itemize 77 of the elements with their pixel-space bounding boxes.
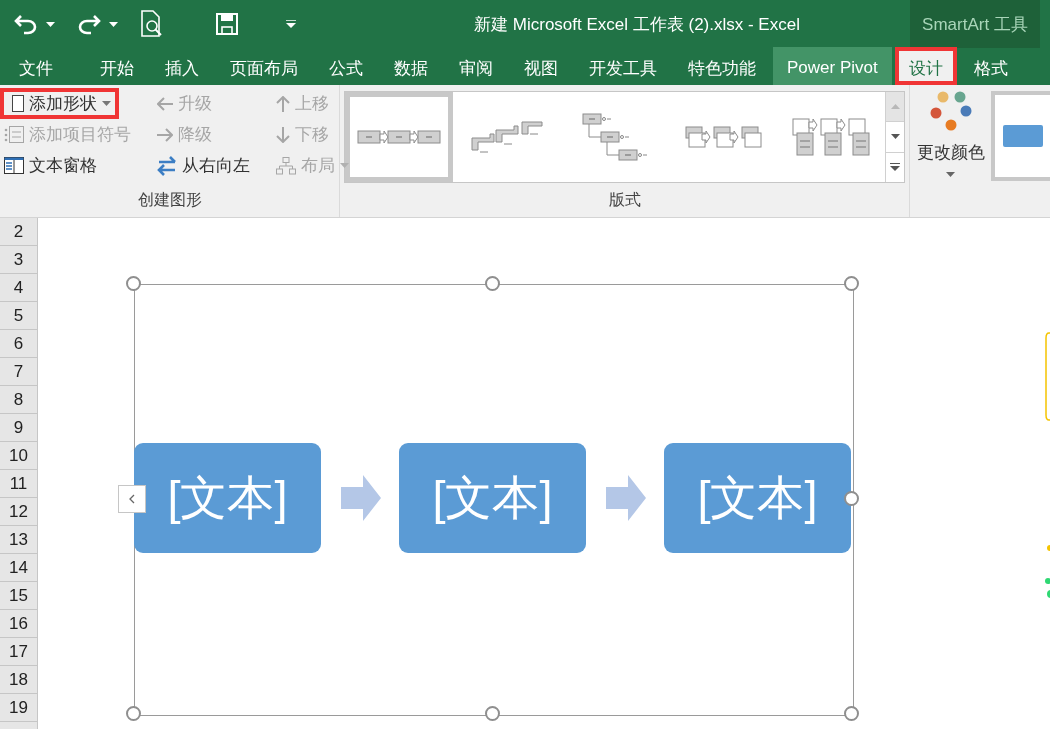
- row-header[interactable]: 17: [0, 638, 37, 666]
- layout-preview-icon: [582, 113, 648, 161]
- ribbon-tab[interactable]: 页面布局: [216, 47, 312, 85]
- ribbon-command[interactable]: 添加形状: [0, 88, 119, 119]
- row-header[interactable]: 5: [0, 302, 37, 330]
- group-label: 版式: [607, 190, 642, 210]
- caret-icon[interactable]: [109, 21, 118, 27]
- row-header[interactable]: 12: [0, 498, 37, 526]
- row-header[interactable]: 16: [0, 610, 37, 638]
- ribbon-tab[interactable]: 文件: [5, 47, 67, 85]
- row-header[interactable]: 9: [0, 414, 37, 442]
- ribbon-command[interactable]: 文本窗格: [0, 150, 105, 181]
- ribbon-tab[interactable]: 格式: [959, 47, 1022, 85]
- left-arrow-icon: [157, 96, 173, 111]
- row-header[interactable]: 15: [0, 582, 37, 610]
- swap-arrows-icon: [157, 155, 177, 176]
- caret-icon[interactable]: [102, 101, 111, 106]
- save-icon[interactable]: [216, 13, 238, 35]
- resize-handle[interactable]: [485, 276, 500, 291]
- ribbon-command[interactable]: 从右向左: [149, 150, 258, 181]
- layout-option[interactable]: [345, 92, 453, 182]
- customize-toolbar-icon[interactable]: [286, 20, 296, 28]
- org-chart-icon: [276, 156, 296, 175]
- row-header[interactable]: 10: [0, 442, 37, 470]
- right-arrow-icon: [157, 127, 173, 142]
- row-header[interactable]: 11: [0, 470, 37, 498]
- up-caret-icon: [890, 104, 900, 110]
- style-preview-icon[interactable]: [1003, 125, 1044, 147]
- row-header[interactable]: 19: [0, 694, 37, 722]
- resize-handle[interactable]: [844, 706, 859, 721]
- window-title: 新建 Microsoft Excel 工作表 (2).xlsx - Excel: [473, 13, 801, 36]
- process-arrow-icon: [606, 475, 646, 521]
- chevron-left-icon: [129, 494, 135, 504]
- resize-handle[interactable]: [485, 706, 500, 721]
- caret-icon[interactable]: [946, 172, 956, 177]
- ribbon-tab[interactable]: Power Pivot: [773, 47, 892, 85]
- layout-preview-icon: [792, 118, 870, 156]
- layout-preview-icon: [684, 126, 762, 148]
- ribbon-tab[interactable]: 插入: [151, 47, 213, 85]
- shape-icon: [12, 95, 24, 112]
- bullet-list-icon: [4, 126, 24, 143]
- ribbon-tab[interactable]: 设计: [894, 47, 957, 85]
- redo-icon[interactable]: [77, 13, 101, 35]
- row-header[interactable]: 2: [0, 218, 37, 246]
- ribbon-tab[interactable]: 审阅: [445, 47, 507, 85]
- ribbon-tab[interactable]: 开发工具: [575, 47, 671, 85]
- row-header[interactable]: 4: [0, 274, 37, 302]
- ribbon-tab[interactable]: 特色功能: [674, 47, 770, 85]
- row-header[interactable]: 7: [0, 358, 37, 386]
- color-dots-icon: [929, 91, 972, 133]
- row-header[interactable]: 14: [0, 554, 37, 582]
- resize-handle[interactable]: [126, 706, 141, 721]
- down-arrow-icon: [276, 126, 290, 143]
- row-header[interactable]: 8: [0, 386, 37, 414]
- resize-handle[interactable]: [844, 276, 859, 291]
- ribbon-tab[interactable]: 视图: [510, 47, 572, 85]
- row-header[interactable]: 18: [0, 666, 37, 694]
- text-pane-button[interactable]: [118, 485, 146, 513]
- row-header[interactable]: 3: [0, 246, 37, 274]
- resize-handle[interactable]: [126, 276, 141, 291]
- caret-icon: [890, 134, 900, 140]
- ribbon-tab[interactable]: 公式: [315, 47, 377, 85]
- text-pane-icon: [4, 157, 24, 174]
- print-preview-icon[interactable]: [140, 10, 164, 38]
- undo-icon[interactable]: [14, 13, 38, 35]
- row-header[interactable]: 6: [0, 330, 37, 358]
- layout-preview-icon: [471, 121, 543, 153]
- group-label: 创建图形: [136, 190, 203, 210]
- change-colors-button[interactable]: 更改颜色: [910, 85, 992, 217]
- row-header[interactable]: 13: [0, 526, 37, 554]
- up-arrow-icon: [276, 95, 290, 112]
- ribbon-tab[interactable]: 数据: [380, 47, 442, 85]
- context-tab-label: SmartArt 工具: [910, 0, 1040, 48]
- ribbon-tab[interactable]: 开始: [86, 47, 148, 85]
- process-arrow-icon: [341, 475, 381, 521]
- more-icon: [890, 163, 900, 172]
- caret-icon[interactable]: [46, 21, 55, 27]
